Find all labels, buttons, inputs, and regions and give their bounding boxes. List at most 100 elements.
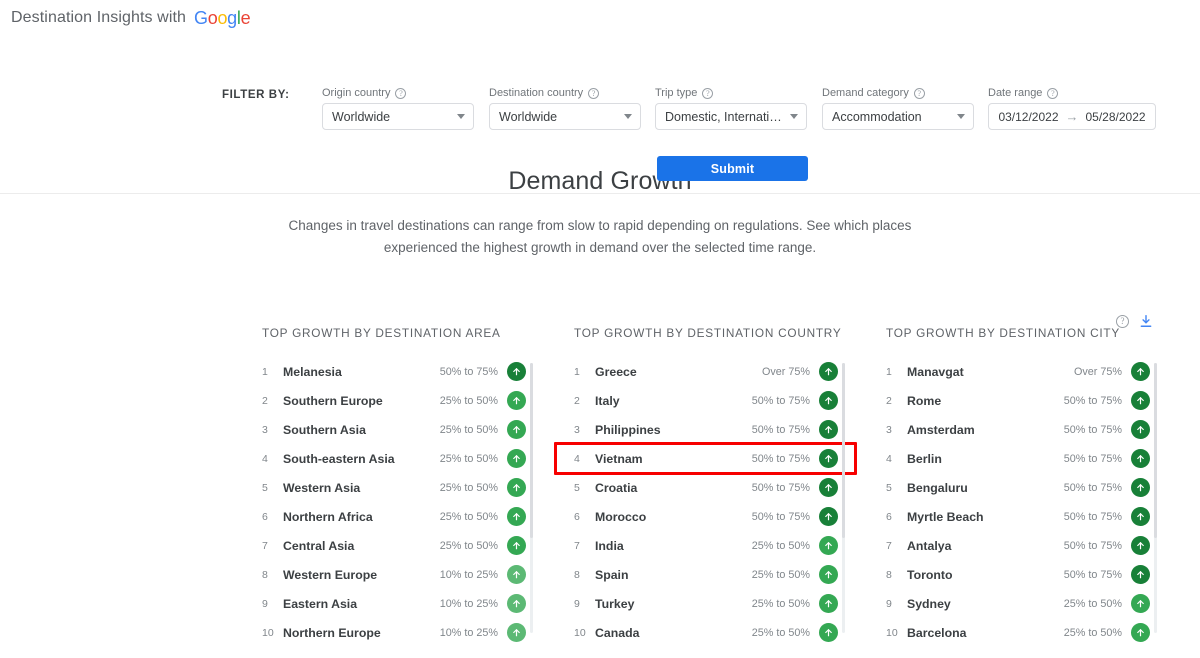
help-circle-icon[interactable]: ? — [588, 88, 599, 99]
growth-row-name: Morocco — [595, 510, 752, 524]
growth-row-name: Rome — [907, 394, 1064, 408]
filter-destination-country-label: Destination country ? — [489, 86, 641, 100]
growth-row[interactable]: 9Sydney25% to 50% — [886, 589, 1150, 618]
help-circle-icon[interactable]: ? — [395, 88, 406, 99]
scrollbar-thumb[interactable] — [1154, 363, 1157, 538]
help-circle-icon[interactable]: ? — [914, 88, 925, 99]
growth-row-name: India — [595, 539, 752, 553]
growth-row[interactable]: 6Northern Africa25% to 50% — [262, 502, 526, 531]
growth-row[interactable]: 6Myrtle Beach50% to 75% — [886, 502, 1150, 531]
growth-row-rank: 4 — [262, 453, 283, 465]
scrollbar-thumb[interactable] — [842, 363, 845, 538]
demand-category-select[interactable]: Accommodation — [822, 103, 974, 130]
arrow-up-icon — [819, 362, 838, 381]
submit-button[interactable]: Submit — [657, 156, 808, 181]
growth-row-name: Barcelona — [907, 626, 1064, 640]
arrow-up-icon — [819, 391, 838, 410]
origin-country-select[interactable]: Worldwide — [322, 103, 474, 130]
growth-row[interactable]: 5Western Asia25% to 50% — [262, 473, 526, 502]
filter-date-range: Date range ? 03/12/2022 → 05/28/2022 — [988, 86, 1156, 130]
demand-category-value: Accommodation — [832, 110, 922, 124]
logo-letter: g — [227, 8, 237, 28]
filter-trip-type-label: Trip type ? — [655, 86, 807, 100]
growth-column-title: TOP GROWTH BY DESTINATION CITY — [886, 326, 1150, 340]
growth-row-value: 10% to 25% — [440, 569, 498, 581]
growth-row-rank: 9 — [574, 598, 595, 610]
growth-row-rank: 5 — [574, 482, 595, 494]
growth-row-rank: 10 — [574, 627, 595, 639]
growth-row-value: 50% to 75% — [752, 482, 810, 494]
arrow-up-icon — [507, 536, 526, 555]
growth-row-name: Philippines — [595, 423, 752, 437]
growth-row-rank: 5 — [262, 482, 283, 494]
growth-row[interactable]: 7Central Asia25% to 50% — [262, 531, 526, 560]
growth-row-name: Greece — [595, 365, 762, 379]
growth-row-value: 50% to 75% — [440, 366, 498, 378]
growth-row-value: 50% to 75% — [752, 424, 810, 436]
growth-row[interactable]: 6Morocco50% to 75% — [574, 502, 838, 531]
growth-row-rank: 3 — [574, 424, 595, 436]
filter-origin-country-label-text: Origin country — [322, 87, 390, 99]
date-range-start: 03/12/2022 — [998, 110, 1058, 124]
growth-row[interactable]: 10Canada25% to 50% — [574, 618, 838, 647]
growth-row[interactable]: 10Barcelona25% to 50% — [886, 618, 1150, 647]
growth-row[interactable]: 5Croatia50% to 75% — [574, 473, 838, 502]
destination-country-select[interactable]: Worldwide — [489, 103, 641, 130]
growth-row[interactable]: 8Spain25% to 50% — [574, 560, 838, 589]
growth-row-value: 25% to 50% — [752, 540, 810, 552]
arrow-up-icon — [507, 623, 526, 642]
arrow-up-icon — [819, 507, 838, 526]
scrollbar-thumb[interactable] — [530, 363, 533, 538]
arrow-up-icon — [507, 478, 526, 497]
date-range-end: 05/28/2022 — [1086, 110, 1146, 124]
growth-row[interactable]: 3Philippines50% to 75% — [574, 415, 838, 444]
growth-row[interactable]: 3Amsterdam50% to 75% — [886, 415, 1150, 444]
growth-row[interactable]: 1ManavgatOver 75% — [886, 357, 1150, 386]
arrow-up-icon — [819, 594, 838, 613]
growth-row[interactable]: 2Southern Europe25% to 50% — [262, 386, 526, 415]
growth-row-value: Over 75% — [1074, 366, 1122, 378]
growth-row-rank: 10 — [886, 627, 907, 639]
growth-row[interactable]: 10Northern Europe10% to 25% — [262, 618, 526, 647]
growth-row[interactable]: 7India25% to 50% — [574, 531, 838, 560]
growth-row-value: 50% to 75% — [1064, 569, 1122, 581]
growth-row-rank: 9 — [886, 598, 907, 610]
growth-row[interactable]: 4Vietnam50% to 75% — [574, 444, 838, 473]
growth-row-rank: 6 — [262, 511, 283, 523]
growth-row-rank: 5 — [886, 482, 907, 494]
growth-row-rank: 8 — [262, 569, 283, 581]
growth-row[interactable]: 1Melanesia50% to 75% — [262, 357, 526, 386]
growth-row[interactable]: 5Bengaluru50% to 75% — [886, 473, 1150, 502]
arrow-up-icon — [819, 536, 838, 555]
growth-row[interactable]: 8Western Europe10% to 25% — [262, 560, 526, 589]
filter-demand-category-label: Demand category ? — [822, 86, 974, 100]
growth-row-name: Croatia — [595, 481, 752, 495]
filter-origin-country-label: Origin country ? — [322, 86, 474, 100]
growth-row[interactable]: 4Berlin50% to 75% — [886, 444, 1150, 473]
growth-row-value: 50% to 75% — [1064, 482, 1122, 494]
date-range-picker[interactable]: 03/12/2022 → 05/28/2022 — [988, 103, 1156, 130]
arrow-up-icon — [1131, 594, 1150, 613]
growth-row-value: 25% to 50% — [440, 453, 498, 465]
arrow-up-icon — [507, 420, 526, 439]
growth-row[interactable]: 4South-eastern Asia25% to 50% — [262, 444, 526, 473]
growth-row-rank: 9 — [262, 598, 283, 610]
arrow-up-icon — [819, 478, 838, 497]
filter-by-label: FILTER BY: — [222, 89, 290, 101]
growth-row[interactable]: 8Toronto50% to 75% — [886, 560, 1150, 589]
growth-row[interactable]: 2Rome50% to 75% — [886, 386, 1150, 415]
growth-row-rank: 4 — [574, 453, 595, 465]
growth-row[interactable]: 9Turkey25% to 50% — [574, 589, 838, 618]
growth-row-name: Melanesia — [283, 365, 440, 379]
growth-row[interactable]: 3Southern Asia25% to 50% — [262, 415, 526, 444]
help-circle-icon[interactable]: ? — [1047, 88, 1058, 99]
growth-row-rank: 1 — [574, 366, 595, 378]
trip-type-select[interactable]: Domestic, International — [655, 103, 807, 130]
growth-row[interactable]: 1GreeceOver 75% — [574, 357, 838, 386]
growth-row-rank: 7 — [262, 540, 283, 552]
growth-row[interactable]: 9Eastern Asia10% to 25% — [262, 589, 526, 618]
help-circle-icon[interactable]: ? — [702, 88, 713, 99]
growth-row[interactable]: 2Italy50% to 75% — [574, 386, 838, 415]
growth-list: 1GreeceOver 75%2Italy50% to 75%3Philippi… — [574, 357, 838, 647]
growth-row[interactable]: 7Antalya50% to 75% — [886, 531, 1150, 560]
